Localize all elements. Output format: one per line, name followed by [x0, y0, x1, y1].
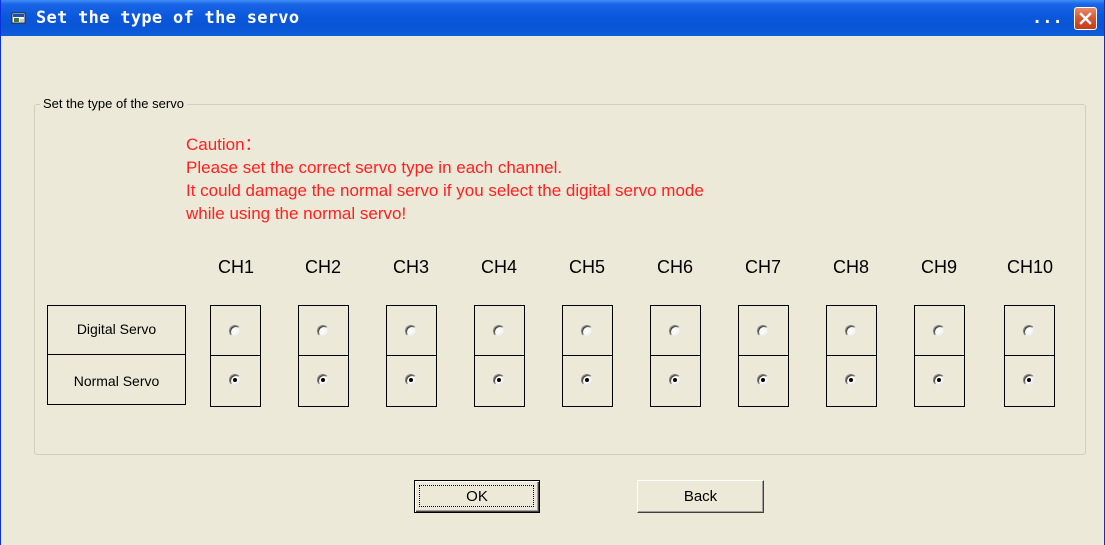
radio-selected-dot: [584, 377, 589, 382]
ch8-normal-servo-radio[interactable]: [845, 374, 857, 386]
ch8-digital-servo-radio[interactable]: [845, 325, 857, 337]
ch4-normal-servo-radio[interactable]: [493, 374, 505, 386]
channel-label-ch8: CH8: [832, 257, 869, 277]
ch3-normal-servo-radio[interactable]: [405, 374, 417, 386]
radio-selected-dot: [760, 377, 765, 382]
channel-label-ch7: CH7: [744, 257, 781, 277]
radio-selected-dot: [496, 377, 501, 382]
groupbox-label: Set the type of the servo: [40, 96, 187, 111]
title-ellipsis: ...: [1032, 8, 1063, 28]
caution-line: It could damage the normal servo if you …: [186, 181, 704, 200]
channel-divider: [475, 355, 524, 356]
ch7-digital-servo-radio[interactable]: [757, 325, 769, 337]
ch2-digital-servo-radio[interactable]: [317, 325, 329, 337]
channel-divider: [827, 355, 876, 356]
channel-label-ch3: CH3: [392, 257, 429, 277]
ch9-digital-servo-radio[interactable]: [933, 325, 945, 337]
radio-selected-dot: [848, 377, 853, 382]
close-button[interactable]: [1074, 7, 1097, 30]
window-title: Set the type of the servo: [36, 8, 300, 28]
channel-label-ch4: CH4: [480, 257, 517, 277]
channel-divider: [739, 355, 788, 356]
radio-selected-dot: [232, 377, 237, 382]
row-label-digital-servo: Digital Servo: [76, 321, 157, 337]
channel-divider: [387, 355, 436, 356]
channel-label-ch9: CH9: [920, 257, 957, 277]
ch10-normal-servo-radio[interactable]: [1023, 374, 1035, 386]
focus-rectangle: [419, 485, 534, 507]
row-divider: [48, 354, 185, 355]
channel-label-ch6: CH6: [656, 257, 693, 277]
ch6-digital-servo-radio[interactable]: [669, 325, 681, 337]
channel-divider: [563, 355, 612, 356]
radio-selected-dot: [672, 377, 677, 382]
channel-box-ch7: [738, 305, 789, 407]
ch5-digital-servo-radio[interactable]: [581, 325, 593, 337]
ch10-digital-servo-radio[interactable]: [1023, 325, 1035, 337]
ch9-normal-servo-radio[interactable]: [933, 374, 945, 386]
channel-box-ch5: [562, 305, 613, 407]
caution-heading: Caution：: [186, 135, 262, 154]
title-bar[interactable]: Set the type of the servo ...: [1, 0, 1104, 36]
back-button-label: Back: [683, 488, 718, 505]
ch4-digital-servo-radio[interactable]: [493, 325, 505, 337]
app-icon: [11, 10, 27, 26]
channel-box-ch1: [210, 305, 261, 407]
radio-selected-dot: [1026, 377, 1031, 382]
radio-selected-dot: [320, 377, 325, 382]
channel-box-ch10: [1004, 305, 1055, 407]
ch7-normal-servo-radio[interactable]: [757, 374, 769, 386]
channel-label-ch1: CH1: [217, 257, 254, 277]
ok-button[interactable]: OK: [414, 480, 540, 513]
channel-divider: [1005, 355, 1054, 356]
ch2-normal-servo-radio[interactable]: [317, 374, 329, 386]
channel-box-ch4: [474, 305, 525, 407]
channel-box-ch2: [298, 305, 349, 407]
ch3-digital-servo-radio[interactable]: [405, 325, 417, 337]
caution-message: Caution： Please set the correct servo ty…: [186, 133, 704, 225]
channel-divider: [651, 355, 700, 356]
channel-box-ch9: [914, 305, 965, 407]
servo-type-dialog: Set the type of the servo ... Set the ty…: [0, 0, 1105, 545]
row-label-normal-servo: Normal Servo: [73, 373, 160, 389]
channel-divider: [915, 355, 964, 356]
radio-selected-dot: [936, 377, 941, 382]
channel-box-ch8: [826, 305, 877, 407]
channel-divider: [211, 355, 260, 356]
ch1-normal-servo-radio[interactable]: [229, 374, 241, 386]
channel-divider: [299, 355, 348, 356]
channel-label-ch2: CH2: [304, 257, 341, 277]
caution-line: while using the normal servo!: [186, 204, 407, 223]
channel-box-ch6: [650, 305, 701, 407]
channel-label-ch5: CH5: [568, 257, 605, 277]
ch1-digital-servo-radio[interactable]: [229, 325, 241, 337]
channel-box-ch3: [386, 305, 437, 407]
back-button[interactable]: Back: [637, 480, 764, 513]
radio-selected-dot: [408, 377, 413, 382]
ch6-normal-servo-radio[interactable]: [669, 374, 681, 386]
caution-line: Please set the correct servo type in eac…: [186, 158, 563, 177]
channel-label-ch10: CH10: [1006, 257, 1054, 277]
ch5-normal-servo-radio[interactable]: [581, 374, 593, 386]
servo-type-row-labels: Digital Servo Normal Servo: [47, 305, 186, 405]
